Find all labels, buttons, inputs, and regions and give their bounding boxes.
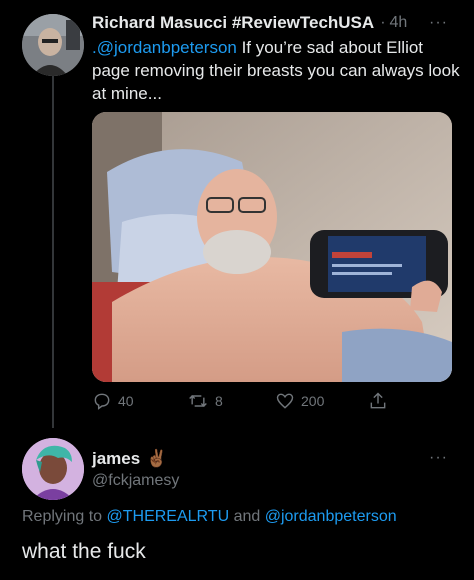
- thread-line: [52, 76, 54, 428]
- reply-author-handle[interactable]: @fckjamesy: [92, 472, 179, 490]
- like-button[interactable]: 200: [275, 391, 324, 411]
- more-options-button[interactable]: ···: [429, 14, 448, 32]
- reply-more-options-button[interactable]: ···: [429, 449, 448, 467]
- tweet-actions: 40 8 200: [92, 390, 452, 412]
- victory-hand-emoji: ✌🏾: [146, 449, 168, 468]
- avatar[interactable]: [22, 14, 84, 76]
- heart-icon: [276, 393, 294, 409]
- mention-link[interactable]: .@jordanbpeterson: [92, 38, 237, 57]
- like-count: 200: [301, 393, 325, 409]
- retweet-icon: [189, 394, 207, 408]
- reply-icon: [94, 393, 110, 410]
- reply-count: 40: [118, 393, 134, 409]
- reply-text: what the fuck: [22, 540, 146, 563]
- tweet-text: .@jordanbpeterson If you’re sad about El…: [92, 36, 462, 105]
- separator: ·: [380, 14, 386, 31]
- tweet-photo[interactable]: [92, 112, 452, 382]
- timestamp[interactable]: 4h: [390, 14, 408, 32]
- replying-to-link-2[interactable]: @jordanbpeterson: [265, 508, 397, 525]
- author-name[interactable]: Richard Masucci #ReviewTechUSA: [92, 13, 374, 33]
- replying-to-link-1[interactable]: @THEREALRTU: [107, 508, 230, 525]
- share-icon: [370, 392, 386, 409]
- retweet-button[interactable]: 8: [187, 391, 223, 411]
- reply-avatar[interactable]: [22, 438, 84, 500]
- replying-prefix: Replying to: [22, 508, 107, 525]
- share-button[interactable]: [368, 391, 388, 411]
- retweet-count: 8: [215, 393, 223, 409]
- reply-button[interactable]: 40: [92, 391, 134, 411]
- reply-author-name[interactable]: james: [92, 449, 140, 469]
- replying-and: and: [229, 508, 265, 525]
- tweet-header: Richard Masucci #ReviewTechUSA · 4h ···: [92, 12, 466, 34]
- reply-header: james ✌🏾 ···: [92, 447, 466, 471]
- replying-to-line: Replying to @THEREALRTU and @jordanbpete…: [22, 508, 397, 526]
- photo-image: [92, 112, 452, 382]
